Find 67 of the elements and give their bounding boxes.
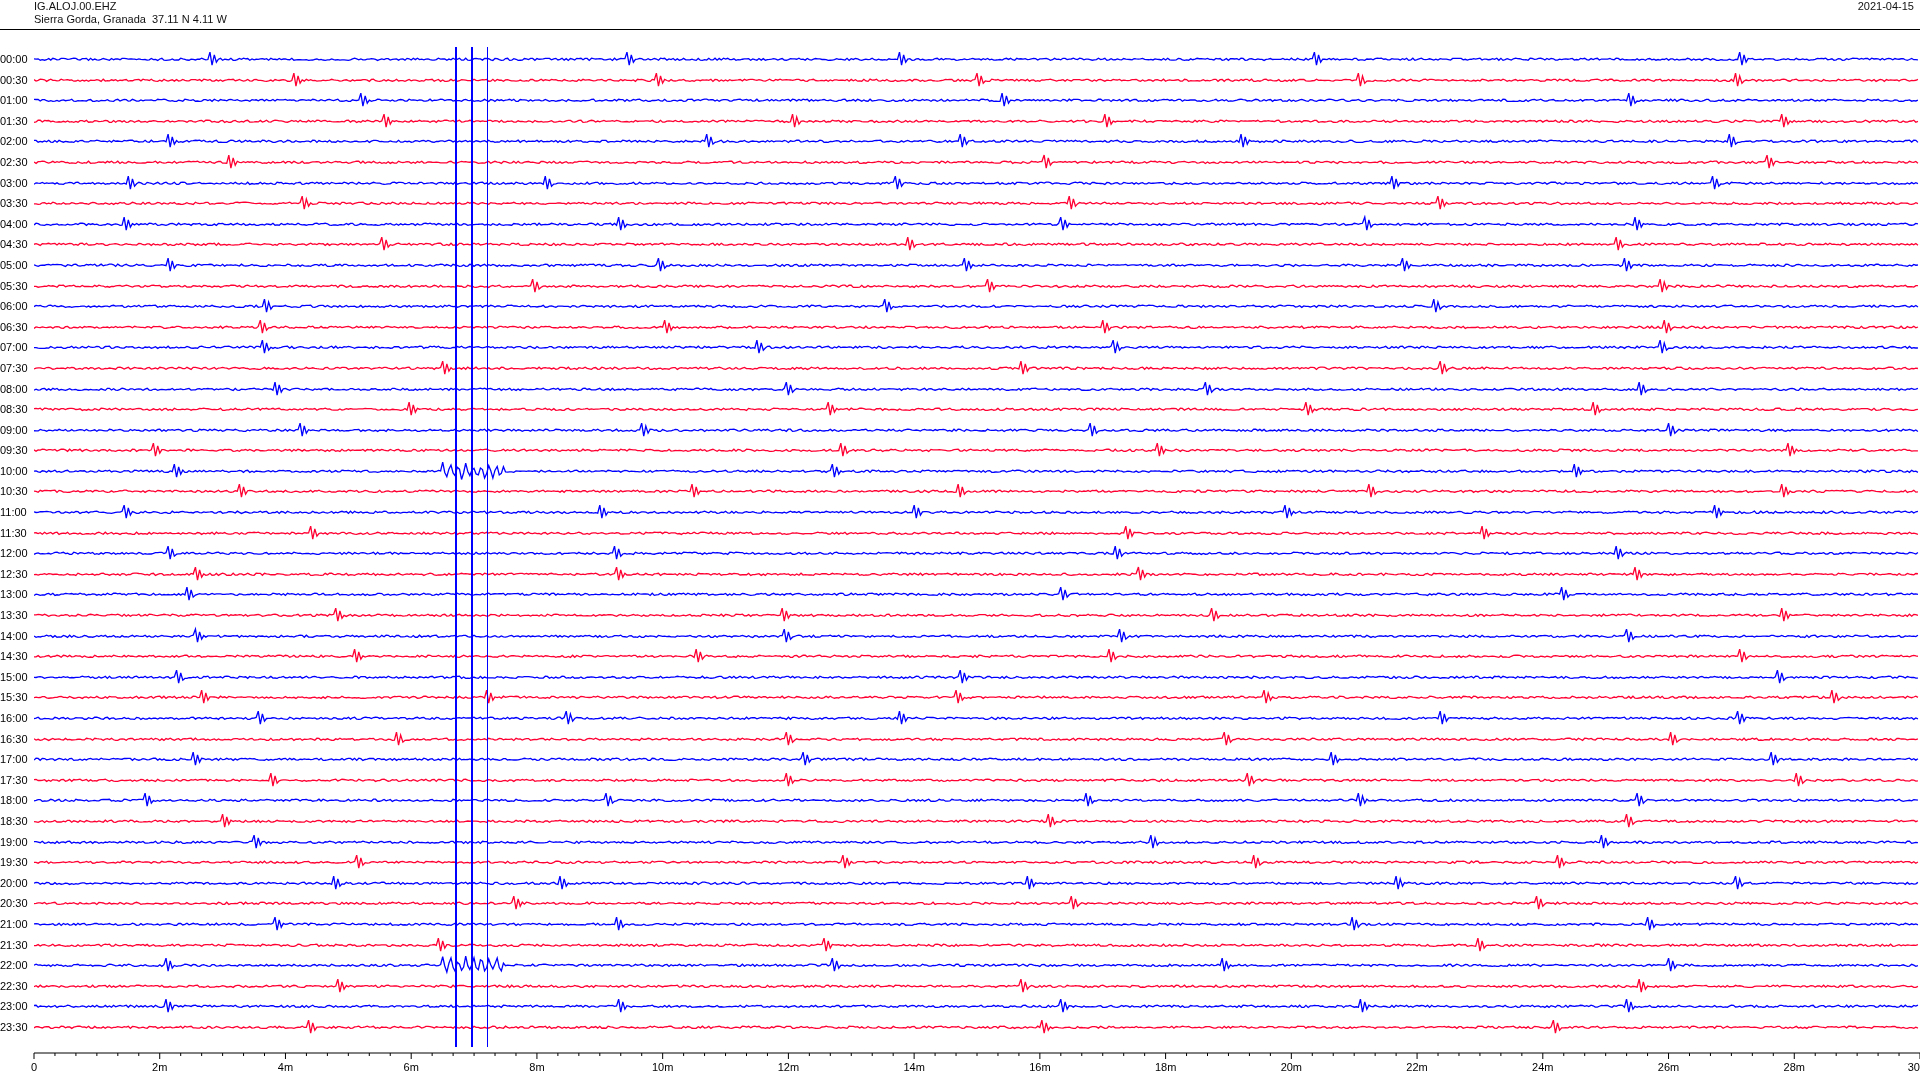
- time-label: 06:00: [0, 299, 29, 315]
- time-label: 03:30: [0, 196, 29, 212]
- time-label: 04:00: [0, 216, 29, 232]
- time-label: 11:30: [0, 525, 28, 541]
- station-code: IG.ALOJ.00.EHZ: [34, 0, 118, 13]
- time-label: 23:00: [0, 999, 29, 1015]
- time-label: 03:00: [0, 175, 29, 191]
- time-label: 21:00: [0, 916, 29, 932]
- axis-label: 22m: [1406, 1061, 1428, 1073]
- axis-label: 4m: [277, 1061, 294, 1073]
- time-label: 14:00: [0, 628, 29, 644]
- time-label: 12:30: [0, 566, 29, 582]
- time-label: 00:00: [0, 52, 29, 67]
- axis-label: 0: [30, 1061, 38, 1073]
- time-label: 07:00: [0, 340, 29, 356]
- time-label: 05:00: [0, 257, 29, 273]
- time-label: 10:30: [0, 484, 29, 500]
- time-label: 23:30: [0, 1019, 29, 1035]
- axis-label: 20m: [1280, 1061, 1303, 1073]
- time-label: 14:30: [0, 649, 29, 665]
- time-label: 02:30: [0, 154, 29, 170]
- record-date: 2021-04-15: [1857, 0, 1914, 14]
- time-label: 21:30: [0, 937, 29, 953]
- time-label: 10:00: [0, 463, 29, 479]
- axis-label: 30: [1907, 1061, 1920, 1073]
- time-label: 19:30: [0, 855, 29, 871]
- time-label: 12:00: [0, 546, 29, 562]
- time-label: 08:30: [0, 402, 29, 418]
- axis-label: 2m: [152, 1061, 168, 1073]
- axis-label: 18m: [1154, 1061, 1177, 1073]
- time-label: 09:00: [0, 422, 29, 438]
- axis-label: 28m: [1783, 1061, 1805, 1073]
- time-label: 04:30: [0, 237, 29, 253]
- time-label: 09:30: [0, 443, 29, 459]
- time-label: 13:30: [0, 608, 29, 624]
- axis-label: 16m: [1029, 1061, 1051, 1073]
- axis-label: 26m: [1657, 1061, 1680, 1073]
- time-label: 01:00: [0, 93, 29, 109]
- time-label: 22:00: [0, 958, 29, 974]
- time-label: 15:00: [0, 669, 29, 685]
- axis-label: 14m: [903, 1061, 925, 1073]
- axis-label: 10m: [651, 1061, 674, 1073]
- axis-label: 12m: [777, 1061, 800, 1073]
- time-label: 22:30: [0, 978, 29, 994]
- time-label: 17:30: [0, 772, 29, 788]
- time-label: 16:00: [0, 711, 29, 726]
- time-label: 18:00: [0, 793, 29, 809]
- time-label: 17:00: [0, 752, 29, 768]
- station-location: Sierra Gorda, Granada 37.11 N 4.11 W: [34, 13, 227, 26]
- time-label: 07:30: [0, 360, 29, 376]
- time-label: 00:30: [0, 72, 29, 88]
- time-label: 20:00: [0, 875, 29, 891]
- time-label: 19:00: [0, 834, 29, 850]
- time-label: 20:30: [0, 896, 29, 912]
- time-label: 11:00: [0, 505, 28, 521]
- time-label: 16:30: [0, 731, 29, 747]
- time-label: 06:30: [0, 319, 29, 335]
- time-label: 13:00: [0, 587, 29, 603]
- time-label: 01:30: [0, 113, 29, 129]
- time-label: 08:00: [0, 381, 29, 397]
- axis-label: 24m: [1532, 1061, 1554, 1073]
- time-label: 15:30: [0, 690, 29, 706]
- time-label: 02:00: [0, 134, 29, 150]
- time-label: 18:30: [0, 813, 29, 829]
- time-label: 05:30: [0, 278, 29, 294]
- axis-label: 6m: [403, 1061, 419, 1073]
- axis-label: 8m: [529, 1061, 545, 1073]
